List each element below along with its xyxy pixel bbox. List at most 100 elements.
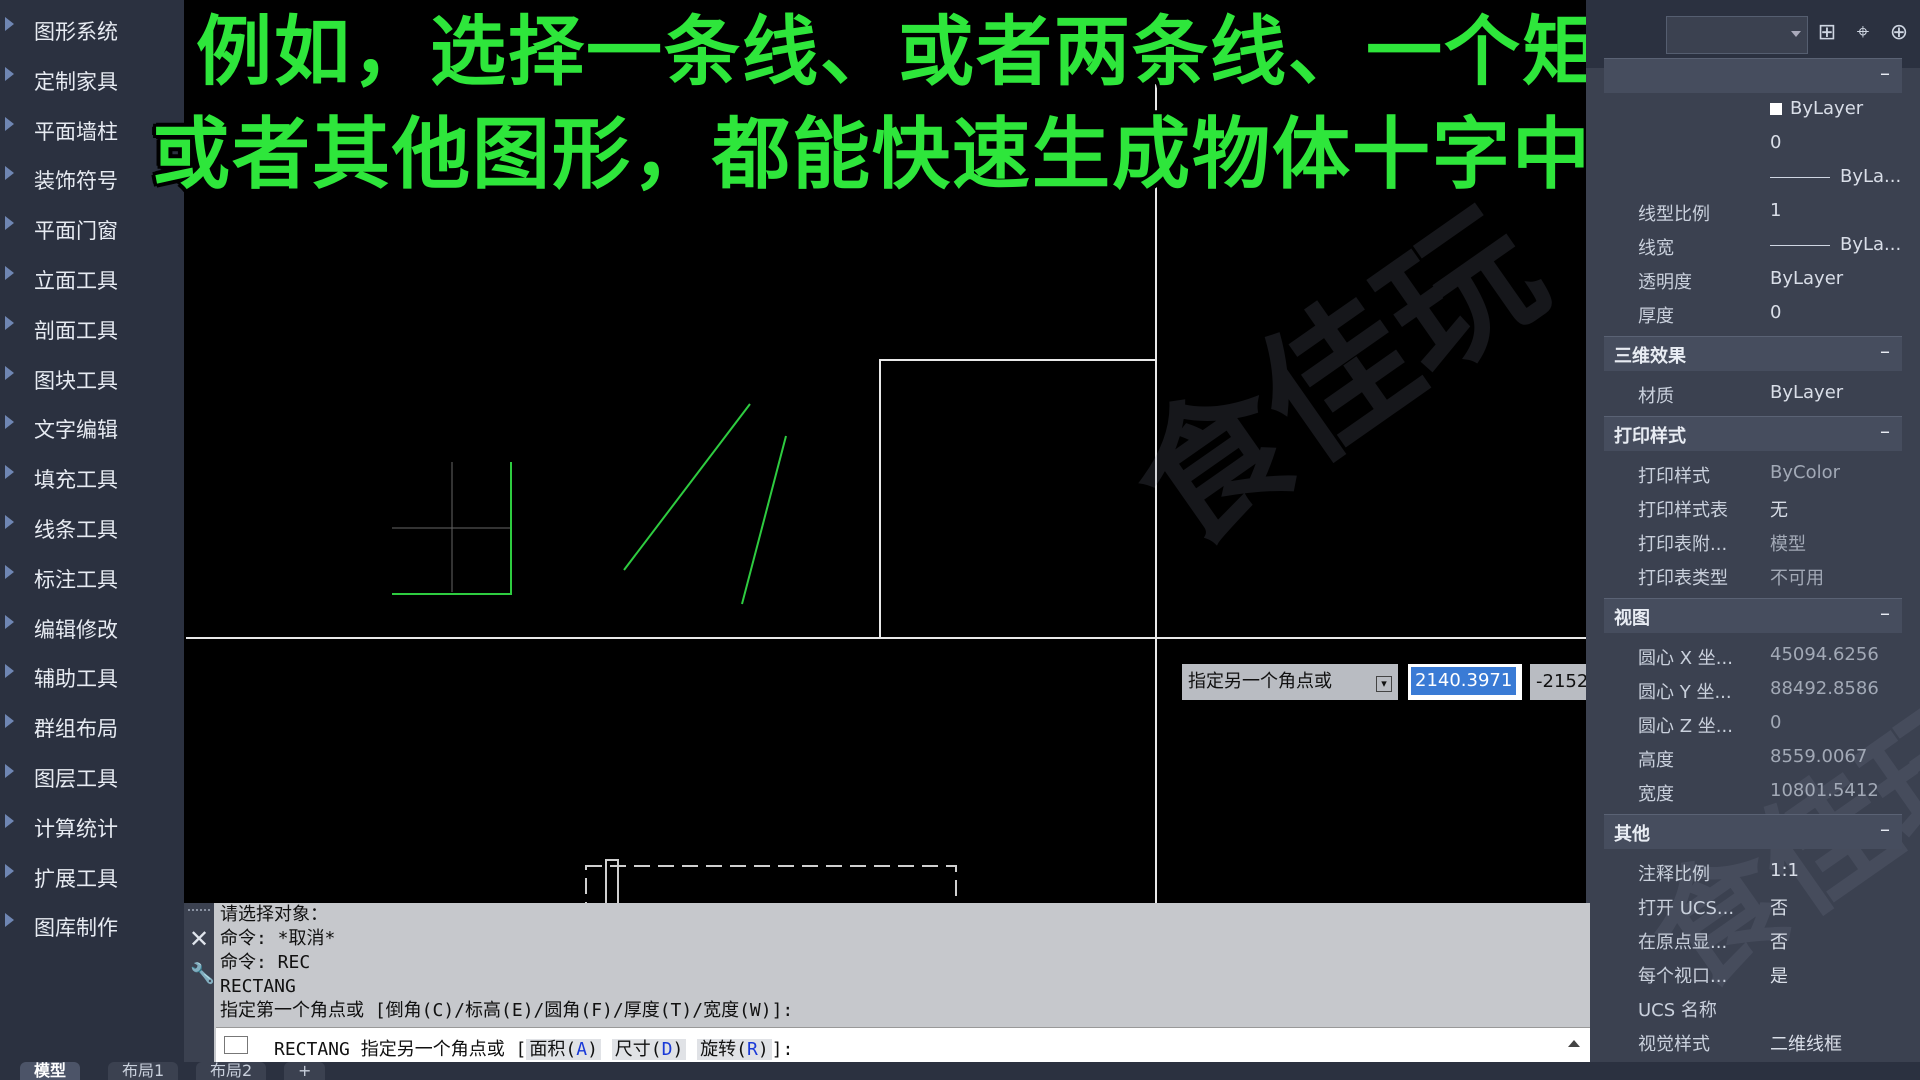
- drag-grip-icon[interactable]: [188, 909, 210, 915]
- layout-tab[interactable]: +: [284, 1062, 326, 1080]
- expand-arrow-icon[interactable]: [5, 664, 14, 679]
- expand-arrow-icon[interactable]: [5, 515, 14, 529]
- property-row[interactable]: 在原点显... 否: [1604, 922, 1902, 956]
- section-header[interactable]: 打印样式 –: [1604, 416, 1902, 451]
- pickadd-toggle-icon[interactable]: ⊕: [1886, 20, 1912, 46]
- green-diagonal-line-2[interactable]: [741, 435, 787, 605]
- sidebar-item[interactable]: 计算统计: [0, 805, 184, 851]
- expand-arrow-icon[interactable]: [5, 564, 14, 579]
- sidebar-item[interactable]: 平面门窗: [0, 207, 184, 253]
- property-value[interactable]: ByLayer: [1770, 98, 1863, 119]
- property-value[interactable]: 1: [1770, 200, 1781, 221]
- property-row[interactable]: 打印表附... 模型: [1604, 524, 1902, 558]
- property-row[interactable]: 厚度 0: [1604, 296, 1902, 330]
- property-row[interactable]: 圆心 X 坐... 45094.6256: [1604, 638, 1902, 672]
- sidebar-item[interactable]: 文字编辑: [0, 406, 184, 452]
- property-row[interactable]: 宽度 10801.5412: [1604, 774, 1902, 808]
- property-value[interactable]: 0: [1770, 302, 1781, 323]
- property-row[interactable]: 打印表类型 不可用: [1604, 558, 1902, 592]
- sidebar-item[interactable]: 编辑修改: [0, 606, 184, 652]
- property-row[interactable]: 打印样式表 无: [1604, 490, 1902, 524]
- sidebar-item[interactable]: 剖面工具: [0, 307, 184, 353]
- property-value[interactable]: 模型: [1770, 530, 1806, 556]
- command-input-text[interactable]: RECTANG 指定另一个角点或 [面积(A) 尺寸(D) 旋转(R)]:: [274, 1035, 793, 1061]
- dashed-object[interactable]: [585, 865, 957, 905]
- property-value[interactable]: 是: [1770, 962, 1788, 988]
- layout-tab[interactable]: 布局1: [108, 1062, 179, 1080]
- expand-arrow-icon[interactable]: [5, 166, 14, 181]
- expand-arrow-icon[interactable]: [5, 415, 14, 430]
- collapse-icon[interactable]: –: [1880, 61, 1890, 85]
- property-row[interactable]: 0: [1604, 126, 1902, 160]
- expand-arrow-icon[interactable]: [5, 365, 14, 380]
- history-up-icon[interactable]: [1568, 1040, 1580, 1047]
- property-row[interactable]: 打印样式 ByColor: [1604, 456, 1902, 490]
- property-value[interactable]: 8559.0067: [1770, 746, 1867, 767]
- expand-arrow-icon[interactable]: [5, 315, 14, 330]
- collapse-icon[interactable]: –: [1880, 339, 1890, 363]
- sidebar-item[interactable]: 群组布局: [0, 705, 184, 751]
- expand-arrow-icon[interactable]: [5, 764, 14, 778]
- dynamic-input-x-field[interactable]: 2140.3971: [1408, 664, 1522, 700]
- layout-tab[interactable]: 模型: [20, 1062, 81, 1080]
- section-header[interactable]: 三维效果 –: [1604, 336, 1902, 371]
- property-value[interactable]: 二维线框: [1770, 1030, 1842, 1056]
- property-row[interactable]: 线型比例 1: [1604, 194, 1902, 228]
- sidebar-item[interactable]: 图块工具: [0, 357, 184, 403]
- sidebar-item[interactable]: 扩展工具: [0, 855, 184, 901]
- section-general-header[interactable]: –: [1604, 58, 1902, 93]
- property-row[interactable]: 高度 8559.0067: [1604, 740, 1902, 774]
- property-value[interactable]: 0: [1770, 132, 1781, 153]
- sidebar-item[interactable]: 填充工具: [0, 456, 184, 502]
- expand-arrow-icon[interactable]: [5, 813, 14, 828]
- property-row[interactable]: ByLayer: [1604, 92, 1902, 126]
- property-value[interactable]: 0: [1770, 712, 1781, 733]
- property-row[interactable]: 材质 ByLayer: [1604, 376, 1902, 410]
- collapse-icon[interactable]: –: [1880, 419, 1890, 443]
- expand-arrow-icon[interactable]: [5, 714, 14, 729]
- sidebar-item[interactable]: 图层工具: [0, 755, 184, 801]
- command-prompt-icon[interactable]: [224, 1036, 248, 1054]
- property-row[interactable]: 注释比例 1:1: [1604, 854, 1902, 888]
- section-header[interactable]: 视图 –: [1604, 598, 1902, 633]
- property-row[interactable]: ByLa...: [1604, 160, 1902, 194]
- property-row[interactable]: 打开 UCS... 否: [1604, 888, 1902, 922]
- property-value[interactable]: ByColor: [1770, 462, 1840, 483]
- sidebar-item[interactable]: 线条工具: [0, 506, 184, 552]
- property-row[interactable]: 每个视口... 是: [1604, 956, 1902, 990]
- layout-tab[interactable]: 布局2: [196, 1062, 267, 1080]
- property-value[interactable]: ByLayer: [1770, 268, 1843, 289]
- command-input[interactable]: RECTANG 指定另一个角点或 [面积(A) 尺寸(D) 旋转(R)]:: [216, 1027, 1590, 1064]
- property-value[interactable]: ByLa...: [1770, 166, 1901, 187]
- collapse-icon[interactable]: –: [1880, 817, 1890, 841]
- expand-arrow-icon[interactable]: [5, 17, 14, 31]
- property-row[interactable]: 圆心 Z 坐... 0: [1604, 706, 1902, 740]
- expand-arrow-icon[interactable]: [5, 216, 14, 231]
- property-value[interactable]: ByLayer: [1770, 382, 1843, 403]
- quick-select-icon[interactable]: ⊞: [1814, 20, 1840, 46]
- property-value[interactable]: 无: [1770, 496, 1788, 522]
- sidebar-item[interactable]: 图形系统: [0, 8, 184, 54]
- expand-arrow-icon[interactable]: [5, 66, 14, 81]
- property-value[interactable]: 45094.6256: [1770, 644, 1879, 665]
- expand-arrow-icon[interactable]: [5, 863, 14, 878]
- property-value[interactable]: 否: [1770, 928, 1788, 954]
- section-header[interactable]: 其他 –: [1604, 814, 1902, 849]
- collapse-icon[interactable]: –: [1880, 601, 1890, 625]
- green-diagonal-line-1[interactable]: [623, 403, 751, 571]
- property-row[interactable]: UCS 名称: [1604, 990, 1902, 1024]
- expand-arrow-icon[interactable]: [5, 614, 14, 629]
- sidebar-item[interactable]: 图库制作: [0, 904, 184, 950]
- customize-wrench-icon[interactable]: 🔧: [190, 961, 215, 985]
- object-type-combo[interactable]: [1666, 16, 1808, 54]
- sidebar-item[interactable]: 辅助工具: [0, 655, 184, 701]
- close-icon[interactable]: ✕: [189, 925, 209, 953]
- command-option[interactable]: 旋转(R): [697, 1039, 772, 1060]
- property-row[interactable]: 圆心 Y 坐... 88492.8586: [1604, 672, 1902, 706]
- expand-arrow-icon[interactable]: [5, 465, 14, 480]
- property-row[interactable]: 线宽 ByLa...: [1604, 228, 1902, 262]
- sidebar-item[interactable]: 立面工具: [0, 257, 184, 303]
- property-row[interactable]: 视觉样式 二维线框: [1604, 1024, 1902, 1058]
- property-value[interactable]: 不可用: [1770, 564, 1824, 590]
- select-objects-icon[interactable]: ⌖: [1850, 20, 1876, 46]
